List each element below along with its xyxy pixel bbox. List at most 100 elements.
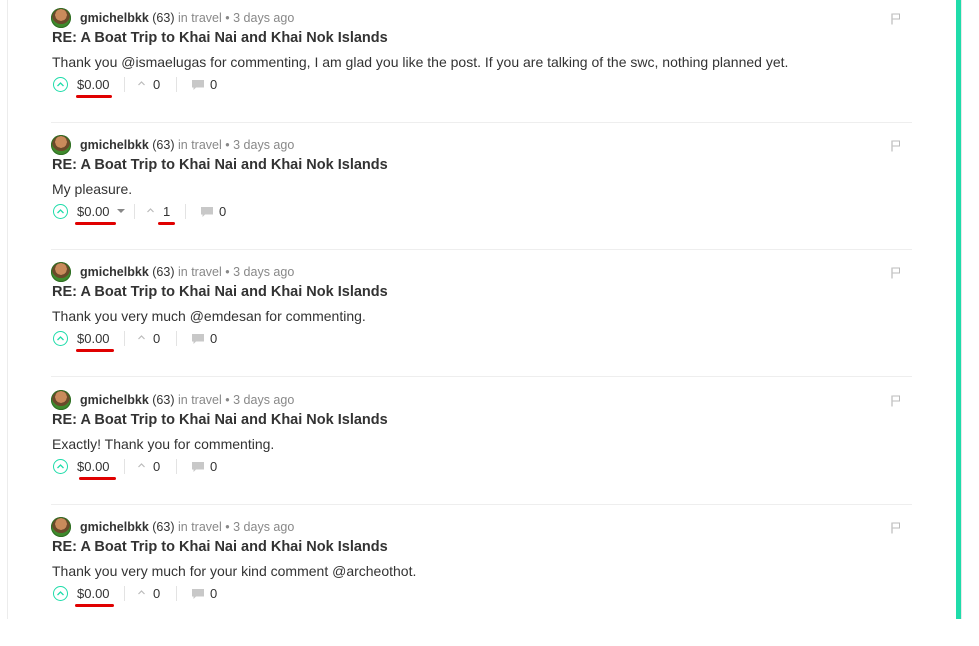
reply-count[interactable]: 0	[219, 203, 226, 220]
flag-icon[interactable]	[891, 395, 901, 407]
comment-footer: $0.00 0 0	[51, 585, 451, 607]
payout-value[interactable]: $0.00	[77, 585, 110, 602]
votes-count[interactable]: 0	[153, 458, 160, 475]
comment-divider	[51, 376, 912, 377]
avatar[interactable]	[51, 262, 71, 282]
payout-value[interactable]: $0.00	[77, 330, 110, 347]
speech-bubble-icon[interactable]	[191, 588, 205, 600]
chevron-up-icon[interactable]	[137, 333, 146, 342]
divider	[124, 586, 125, 601]
upvote-button[interactable]	[53, 331, 68, 346]
highlight-underline	[158, 222, 175, 225]
in-label: in	[177, 520, 188, 534]
votes-count[interactable]: 1	[163, 203, 170, 220]
reputation: (63)	[152, 138, 175, 152]
category-link[interactable]: travel	[191, 520, 222, 534]
chevron-up-icon[interactable]	[146, 206, 155, 215]
timestamp[interactable]: • 3 days ago	[225, 393, 294, 407]
in-label: in	[177, 138, 188, 152]
flag-icon[interactable]	[891, 140, 901, 152]
highlight-underline	[75, 604, 114, 607]
reply-count[interactable]: 0	[210, 330, 217, 347]
chevron-up-icon[interactable]	[137, 588, 146, 597]
highlight-underline	[76, 95, 112, 98]
comment-divider	[51, 249, 912, 250]
reply-count[interactable]: 0	[210, 458, 217, 475]
category-link[interactable]: travel	[191, 138, 222, 152]
comment-body: My pleasure.	[52, 181, 133, 197]
timestamp[interactable]: • 3 days ago	[225, 265, 294, 279]
comment-meta: gmichelbkk (63) in travel • 3 days ago	[80, 138, 294, 153]
timestamp[interactable]: • 3 days ago	[225, 520, 294, 534]
caret-down-icon[interactable]	[117, 209, 125, 213]
category-link[interactable]: travel	[191, 265, 222, 279]
divider	[185, 204, 186, 219]
comment-meta: gmichelbkk (63) in travel • 3 days ago	[80, 265, 294, 280]
speech-bubble-icon[interactable]	[191, 461, 205, 473]
avatar[interactable]	[51, 8, 71, 28]
comment: gmichelbkk (63) in travel • 3 days ago R…	[51, 390, 912, 519]
comment-title[interactable]: RE: A Boat Trip to Khai Nai and Khai Nok…	[52, 538, 388, 556]
upvote-circle-icon	[57, 209, 64, 214]
avatar[interactable]	[51, 390, 71, 410]
avatar[interactable]	[51, 135, 71, 155]
author-link[interactable]: gmichelbkk	[80, 393, 149, 407]
comment: gmichelbkk (63) in travel • 3 days ago R…	[51, 135, 912, 264]
comment-body: Thank you very much @emdesan for comment…	[52, 308, 366, 324]
comment-footer: $0.00 0 0	[51, 458, 451, 480]
timestamp[interactable]: • 3 days ago	[225, 138, 294, 152]
comment-body: Thank you very much for your kind commen…	[52, 563, 417, 579]
upvote-circle-icon	[57, 336, 64, 341]
divider	[124, 459, 125, 474]
speech-bubble-icon[interactable]	[200, 206, 214, 218]
author-link[interactable]: gmichelbkk	[80, 265, 149, 279]
upvote-circle-icon	[57, 591, 64, 596]
upvote-button[interactable]	[53, 77, 68, 92]
timestamp[interactable]: • 3 days ago	[225, 11, 294, 25]
reputation: (63)	[152, 520, 175, 534]
comment-title[interactable]: RE: A Boat Trip to Khai Nai and Khai Nok…	[52, 29, 388, 47]
comment: gmichelbkk (63) in travel • 3 days ago R…	[51, 8, 912, 137]
comment-title[interactable]: RE: A Boat Trip to Khai Nai and Khai Nok…	[52, 283, 388, 301]
divider	[176, 331, 177, 346]
comment-title[interactable]: RE: A Boat Trip to Khai Nai and Khai Nok…	[52, 156, 388, 174]
category-link[interactable]: travel	[191, 393, 222, 407]
payout-value[interactable]: $0.00	[77, 76, 110, 93]
comment-footer: $0.00 1 0	[51, 203, 451, 225]
upvote-button[interactable]	[53, 586, 68, 601]
highlight-underline	[76, 349, 114, 352]
author-link[interactable]: gmichelbkk	[80, 520, 149, 534]
speech-bubble-icon[interactable]	[191, 79, 205, 91]
votes-count[interactable]: 0	[153, 330, 160, 347]
payout-value[interactable]: $0.00	[77, 458, 110, 475]
comment-meta: gmichelbkk (63) in travel • 3 days ago	[80, 11, 294, 26]
highlight-underline	[79, 477, 116, 480]
in-label: in	[177, 393, 188, 407]
page-right-border	[961, 0, 962, 619]
divider	[176, 77, 177, 92]
comment: gmichelbkk (63) in travel • 3 days ago R…	[51, 262, 912, 391]
reputation: (63)	[152, 393, 175, 407]
votes-count[interactable]: 0	[153, 76, 160, 93]
chevron-up-icon[interactable]	[137, 461, 146, 470]
comment-divider	[51, 122, 912, 123]
in-label: in	[177, 265, 188, 279]
upvote-button[interactable]	[53, 459, 68, 474]
comment-body: Exactly! Thank you for commenting.	[52, 436, 275, 452]
divider	[124, 331, 125, 346]
author-link[interactable]: gmichelbkk	[80, 11, 149, 25]
comment-title[interactable]: RE: A Boat Trip to Khai Nai and Khai Nok…	[52, 411, 388, 429]
flag-icon[interactable]	[891, 267, 901, 279]
category-link[interactable]: travel	[191, 11, 222, 25]
upvote-button[interactable]	[53, 204, 68, 219]
flag-icon[interactable]	[891, 13, 901, 25]
reply-count[interactable]: 0	[210, 585, 217, 602]
chevron-up-icon[interactable]	[137, 79, 146, 88]
flag-icon[interactable]	[891, 522, 901, 534]
reply-count[interactable]: 0	[210, 76, 217, 93]
votes-count[interactable]: 0	[153, 585, 160, 602]
payout-value[interactable]: $0.00	[77, 203, 110, 220]
author-link[interactable]: gmichelbkk	[80, 138, 149, 152]
avatar[interactable]	[51, 517, 71, 537]
speech-bubble-icon[interactable]	[191, 333, 205, 345]
